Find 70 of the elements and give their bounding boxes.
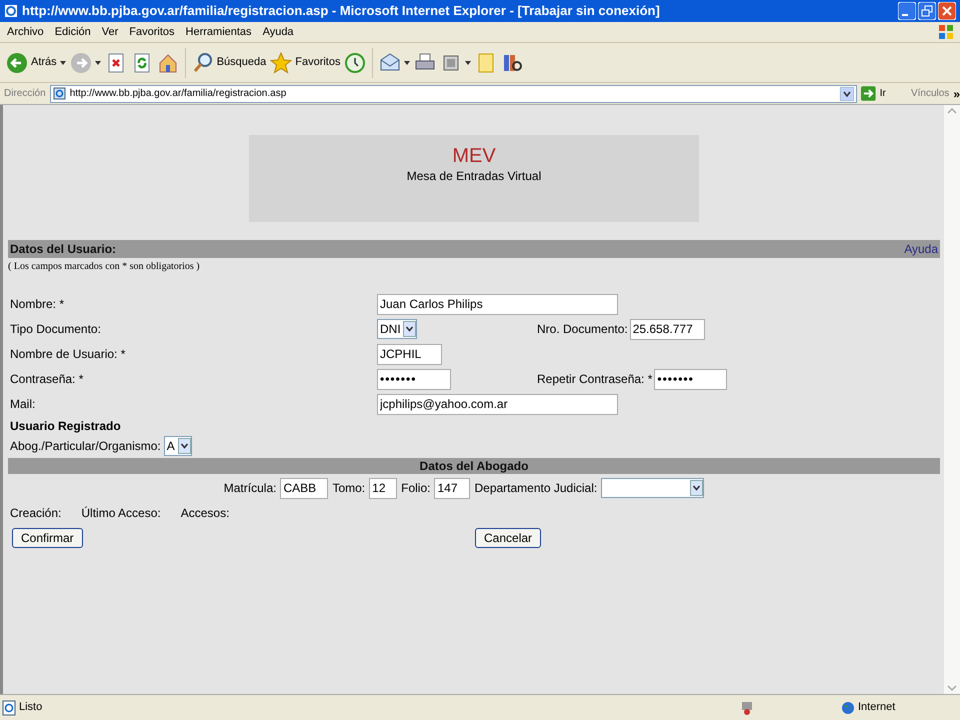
caret-icon[interactable] [94, 60, 101, 64]
info-label: Último Acceso: [81, 505, 161, 522]
menu-item[interactable]: Archivo [7, 24, 44, 40]
menu-item[interactable]: Edición [54, 24, 91, 40]
menu-item[interactable]: Favoritos [129, 24, 175, 40]
page-icon [2, 700, 16, 716]
page-icon [52, 87, 66, 100]
input-field[interactable]: CABB [280, 478, 328, 498]
go-arrow-icon[interactable] [861, 86, 876, 101]
window-title: http://www.bb.pjba.gov.ar/familia/registracion.asp - Microsoft Internet Explorer - [Trabajar sin conexión] [22, 2, 661, 20]
address-field[interactable]: http://www.bb.pjba.gov.ar/familia/registracion.asp [50, 84, 858, 102]
confirm-button[interactable]: Confirmar [12, 528, 83, 548]
section-title: Datos del Usuario: [10, 241, 116, 258]
menu-item[interactable]: Ayuda [262, 24, 294, 40]
dropdown[interactable]: DNI [377, 319, 417, 339]
required-fields-note: ( Los campos marcados con * son obligatorios ) [8, 260, 201, 274]
close-icon[interactable] [938, 2, 956, 20]
site-title: MEV [452, 145, 496, 167]
toolbar-button[interactable]: Favoritos [295, 54, 340, 71]
input-field[interactable]: 25.658.777 [630, 318, 705, 340]
password-field[interactable]: ••••••• [654, 368, 728, 390]
input-field[interactable]: 12 [369, 478, 398, 498]
dropdown-arrow-icon[interactable] [840, 86, 854, 100]
house-icon[interactable] [156, 52, 179, 74]
address-label: Dirección [4, 87, 46, 101]
menu-item[interactable]: Herramientas [186, 24, 252, 40]
toolbar-button[interactable]: Búsqueda [216, 54, 266, 71]
field-label: Tomo: [332, 480, 366, 497]
go-button[interactable]: Ir [880, 86, 907, 101]
dropdown[interactable]: A [164, 436, 192, 456]
magnifier-icon[interactable] [192, 52, 214, 74]
more-links-button[interactable]: » [953, 84, 960, 102]
caret-icon[interactable] [404, 60, 410, 64]
field-label: Nombre de Usuario: * [9, 346, 126, 363]
star-icon[interactable] [270, 52, 292, 74]
toolbar-button[interactable]: Atrás [31, 54, 57, 71]
registered-user-heading: Usuario Registrado [9, 418, 122, 435]
field-label: Tipo Documento: [9, 321, 102, 338]
info-label: Creación: [10, 505, 62, 522]
status-text: Listo [19, 700, 44, 716]
field-label: Nro. Documento: [537, 321, 628, 338]
input-field[interactable]: Juan Carlos Philips [377, 294, 618, 314]
help-link[interactable]: Ayuda [904, 240, 938, 258]
globe-icon [841, 700, 855, 714]
input-field[interactable]: JCPHIL [377, 344, 442, 364]
caret-icon[interactable] [60, 60, 66, 64]
field-label: Departamento Judicial: [474, 480, 598, 497]
browser-icon [4, 4, 18, 18]
caret-icon[interactable] [465, 60, 472, 64]
field-label: Mail: [9, 396, 36, 413]
field-label: Abog./Particular/Organismo: [10, 438, 161, 455]
field-label: Folio: [401, 480, 430, 497]
windows-logo-icon [938, 24, 954, 40]
envelope-icon[interactable] [379, 52, 402, 74]
site-subtitle: Mesa de Entradas Virtual [406, 168, 542, 185]
field-label: Nombre: * [9, 296, 66, 313]
cancel-button[interactable]: Cancelar [475, 528, 542, 548]
input-field[interactable]: 147 [434, 478, 470, 498]
field-label: Contraseña: * [9, 371, 84, 388]
field-label: Repetir Contraseña: * [537, 371, 652, 388]
field-label: Matrícula: [224, 480, 276, 497]
links-label[interactable]: Vínculos [910, 86, 950, 101]
password-field[interactable]: ••••••• [377, 368, 451, 390]
input-field[interactable]: jcphilips@yahoo.com.ar [377, 394, 618, 414]
info-label: Accesos: [180, 505, 230, 522]
minimize-icon[interactable] [898, 2, 916, 20]
section-title: Datos del Abogado [420, 458, 528, 475]
zone-text: Internet [858, 700, 896, 716]
restore-icon[interactable] [918, 2, 936, 20]
menu-item[interactable]: Ver [102, 24, 118, 40]
